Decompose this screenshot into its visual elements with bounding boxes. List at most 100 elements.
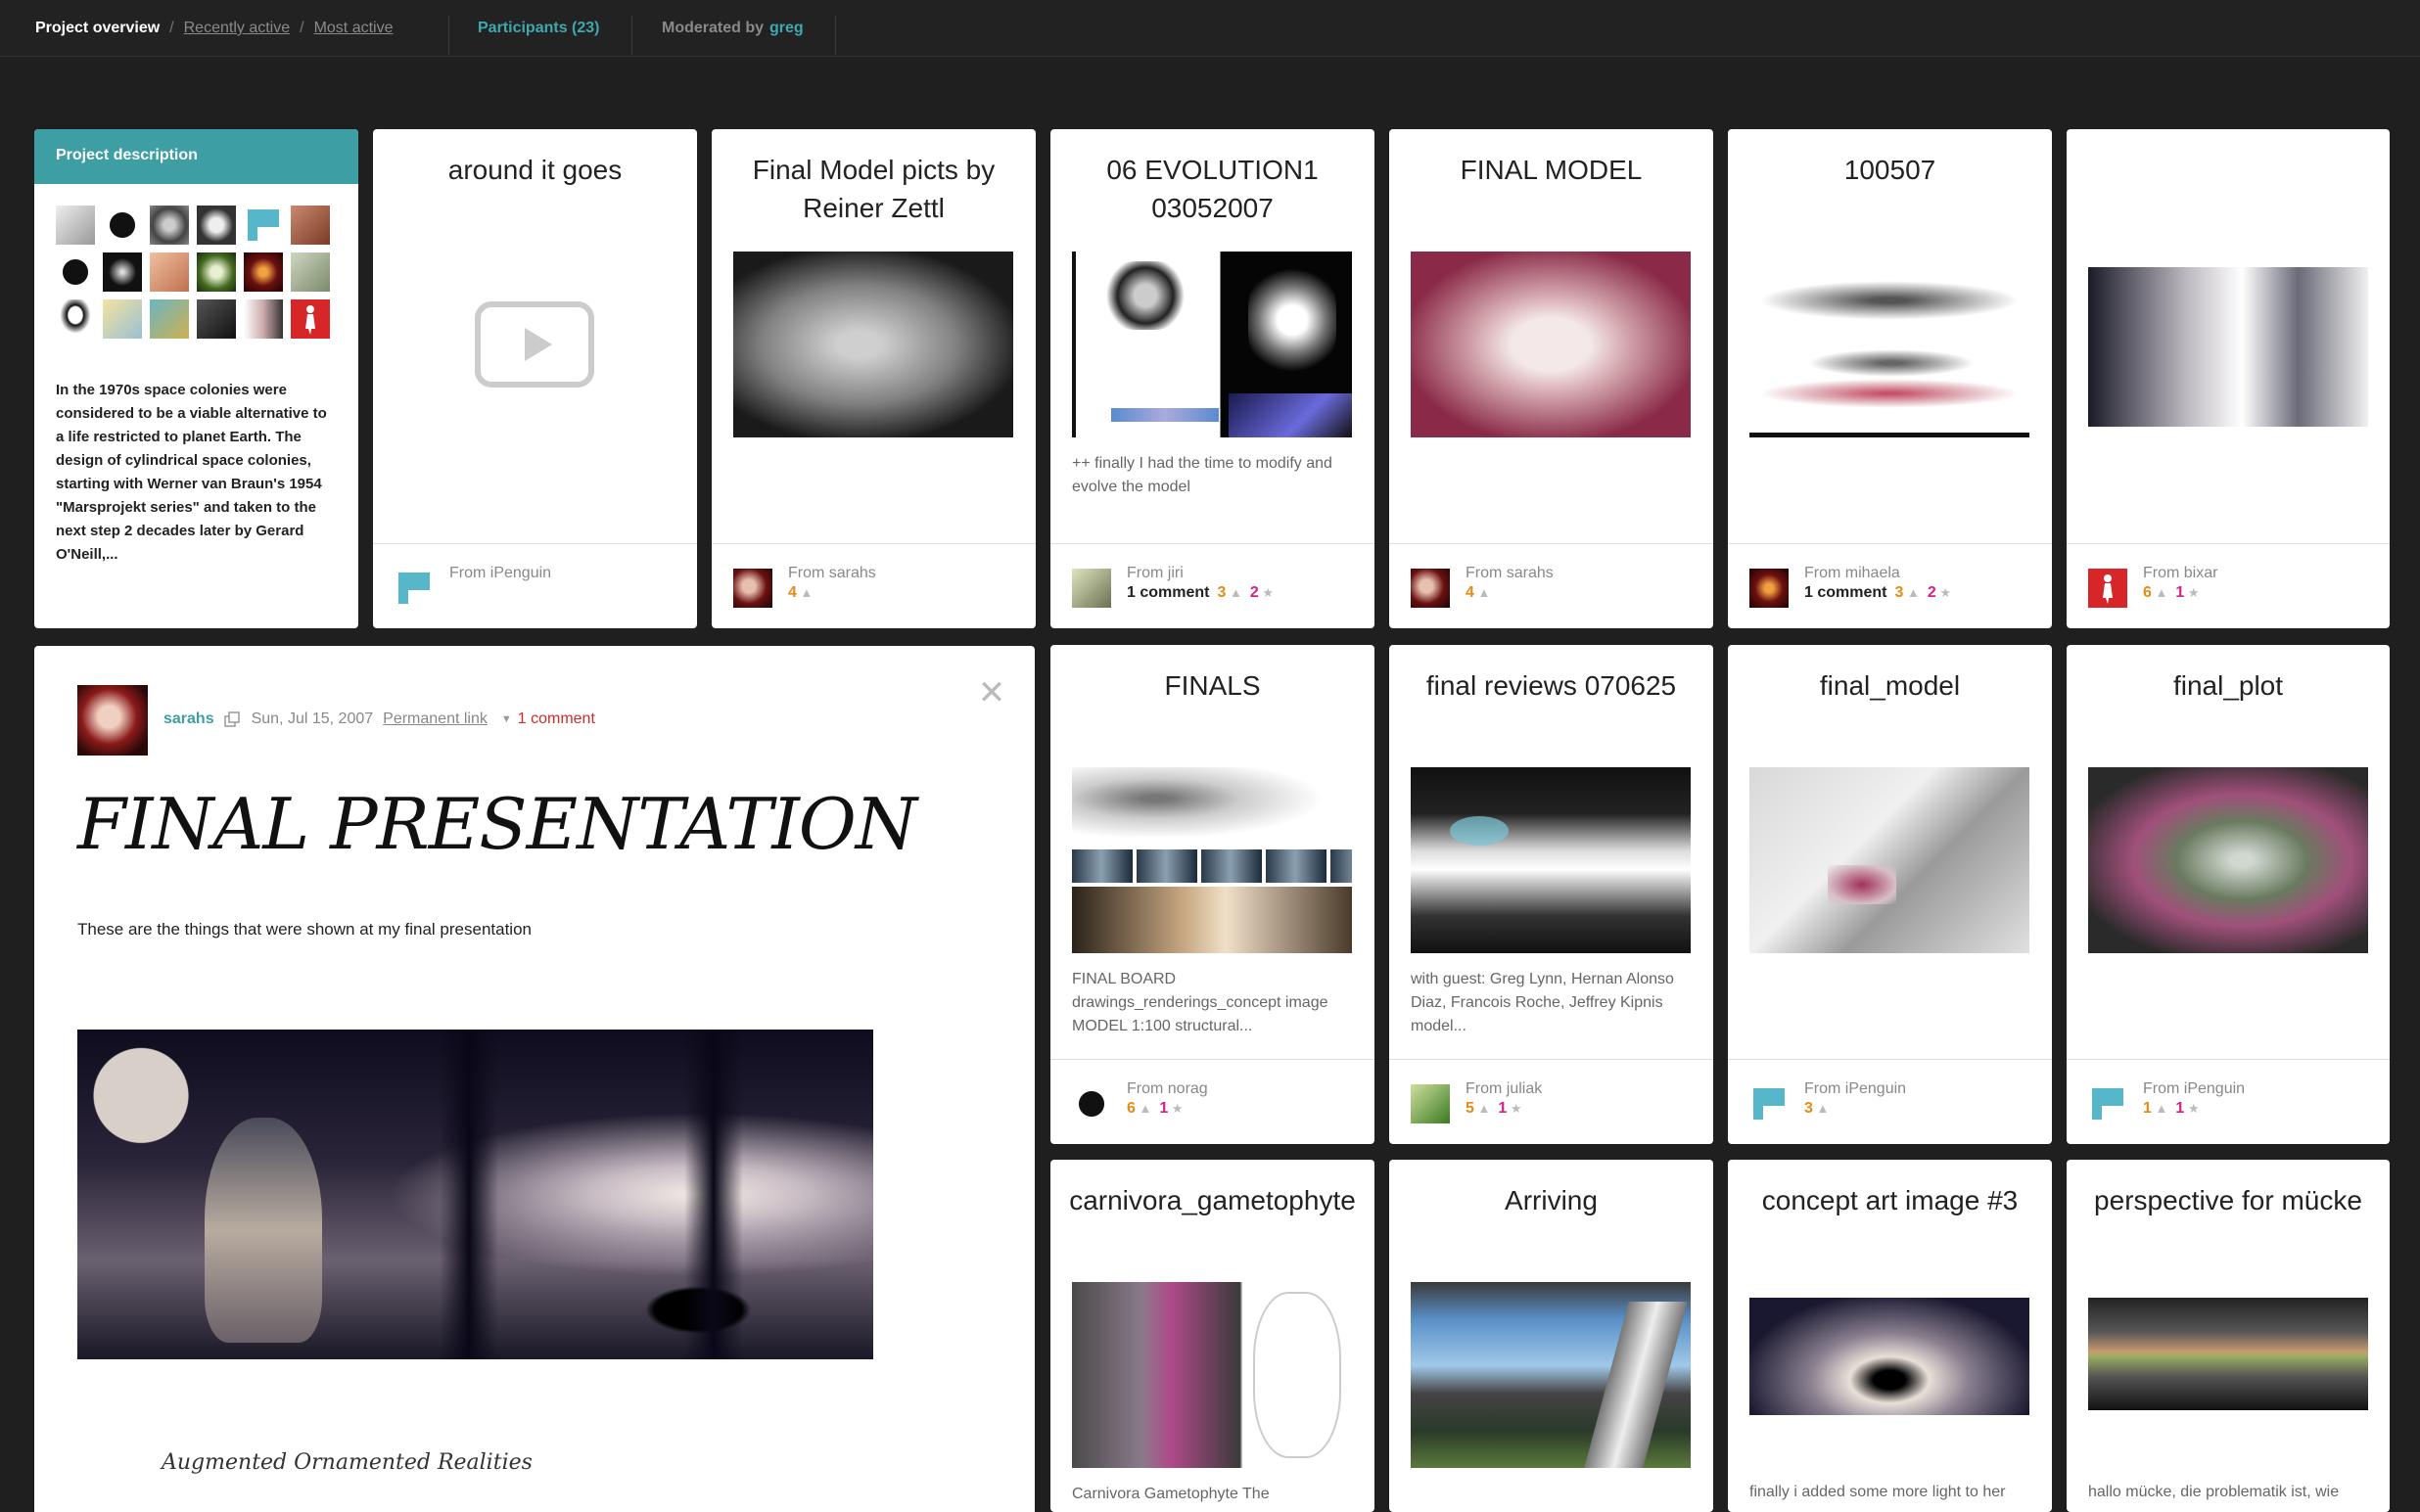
card-title[interactable]: final reviews 070625: [1405, 666, 1698, 705]
participants-link[interactable]: Participants (23): [478, 20, 599, 37]
avatar[interactable]: [150, 252, 189, 292]
card-thumbnail[interactable]: [1749, 767, 2029, 953]
avatar[interactable]: [197, 252, 236, 292]
card-thumbnail[interactable]: [1072, 1282, 1352, 1468]
post-card[interactable]: perspective for mücke hallo mücke, die p…: [2067, 1160, 2390, 1512]
avatar[interactable]: [103, 299, 142, 339]
post-card[interactable]: final reviews 070625 with guest: Greg Ly…: [1389, 645, 1713, 1144]
card-thumbnail[interactable]: [1072, 767, 1352, 953]
card-thumbnail[interactable]: [1411, 1282, 1691, 1468]
author-link[interactable]: From sarahs: [1466, 565, 1554, 582]
avatar[interactable]: [150, 299, 189, 339]
avatar[interactable]: [56, 206, 95, 245]
author-avatar[interactable]: [1072, 569, 1111, 608]
rating-up-icon[interactable]: ▲: [1813, 1101, 1830, 1116]
most-active-link[interactable]: Most active: [314, 20, 394, 37]
avatar[interactable]: [244, 252, 283, 292]
copy-icon[interactable]: [223, 711, 240, 727]
comment-count[interactable]: 1 comment: [1127, 584, 1209, 601]
comment-count[interactable]: 1 comment: [1804, 584, 1886, 601]
avatar[interactable]: [197, 299, 236, 339]
card-thumbnail[interactable]: [733, 252, 1013, 437]
author-link[interactable]: From juliak: [1466, 1080, 1542, 1098]
author-link[interactable]: From sarahs: [788, 565, 876, 582]
author-link[interactable]: From jiri: [1127, 565, 1184, 582]
avatar[interactable]: [244, 299, 283, 339]
author-avatar[interactable]: [1072, 1084, 1111, 1123]
author-avatar[interactable]: [2088, 569, 2127, 608]
post-card[interactable]: Arriving: [1389, 1160, 1713, 1512]
star-icon[interactable]: ★: [1168, 1101, 1184, 1116]
card-title[interactable]: 06 EVOLUTION1 03052007: [1066, 151, 1359, 227]
avatar[interactable]: [244, 206, 283, 245]
rating-up-icon[interactable]: ▲: [2152, 585, 2168, 600]
card-title[interactable]: final_plot: [2082, 666, 2374, 705]
card-thumbnail[interactable]: [2088, 767, 2368, 953]
rating-up-icon[interactable]: ▲: [2152, 1101, 2168, 1116]
author-link[interactable]: From iPenguin: [2143, 1080, 2245, 1098]
card-thumbnail[interactable]: [1749, 252, 2029, 437]
author-avatar[interactable]: [1411, 1084, 1450, 1123]
comments-link[interactable]: 1 comment: [518, 710, 595, 728]
card-thumbnail[interactable]: [1749, 1298, 2029, 1415]
post-card[interactable]: 100507 From mihaela 1 comment 3 ▲ 2 ★: [1728, 129, 2052, 628]
card-thumbnail[interactable]: [1411, 252, 1691, 437]
star-icon[interactable]: ★: [1507, 1101, 1522, 1116]
author-link[interactable]: From bixar: [2143, 565, 2217, 582]
post-card[interactable]: From bixar 6 ▲ 1 ★: [2067, 129, 2390, 628]
author-avatar[interactable]: [395, 569, 434, 608]
author-link[interactable]: From mihaela: [1804, 565, 1900, 582]
avatar[interactable]: [103, 252, 142, 292]
card-thumbnail[interactable]: [1411, 767, 1691, 953]
author-avatar[interactable]: [2088, 1084, 2127, 1123]
card-title[interactable]: Final Model picts by Reiner Zettl: [727, 151, 1020, 227]
post-card[interactable]: final_plot From iPenguin 1 ▲ 1 ★: [2067, 645, 2390, 1144]
avatar[interactable]: [197, 206, 236, 245]
post-image[interactable]: [77, 1030, 873, 1359]
post-card[interactable]: FINALS FINAL BOARD drawings_renderings_c…: [1050, 645, 1374, 1144]
post-card[interactable]: concept art image #3 finally i added som…: [1728, 1160, 2052, 1512]
star-icon[interactable]: ★: [2184, 585, 2200, 600]
moderator-link[interactable]: greg: [769, 20, 804, 37]
avatar[interactable]: [150, 206, 189, 245]
avatar[interactable]: [103, 206, 142, 245]
card-thumbnail[interactable]: [2088, 1298, 2368, 1410]
card-title[interactable]: concept art image #3: [1744, 1181, 2036, 1219]
post-card[interactable]: carnivora_gametophyte Carnivora Gametoph…: [1050, 1160, 1374, 1512]
rating-up-icon[interactable]: ▲: [1136, 1101, 1152, 1116]
avatar[interactable]: [291, 206, 330, 245]
author-avatar[interactable]: [1749, 569, 1789, 608]
avatar[interactable]: [56, 252, 95, 292]
avatar[interactable]: [291, 299, 330, 339]
chevron-down-icon[interactable]: ▼: [501, 713, 512, 725]
post-card[interactable]: around it goes From iPenguin: [373, 129, 697, 628]
avatar[interactable]: [56, 299, 95, 339]
permanent-link[interactable]: Permanent link: [383, 710, 488, 728]
post-card[interactable]: FINAL MODEL From sarahs 4 ▲: [1389, 129, 1713, 628]
author-avatar[interactable]: [1749, 1084, 1789, 1123]
author-link[interactable]: From iPenguin: [1804, 1080, 1906, 1098]
card-title[interactable]: carnivora_gametophyte: [1066, 1181, 1359, 1219]
rating-up-icon[interactable]: ▲: [1474, 1101, 1491, 1116]
card-title[interactable]: final_model: [1744, 666, 2036, 705]
rating-up-icon[interactable]: ▲: [1903, 585, 1920, 600]
project-overview-link[interactable]: Project overview: [35, 20, 160, 37]
star-icon[interactable]: ★: [2184, 1101, 2200, 1116]
card-title[interactable]: FINAL MODEL: [1405, 151, 1698, 189]
author-avatar[interactable]: [1411, 569, 1450, 608]
recently-active-link[interactable]: Recently active: [184, 20, 291, 37]
card-title[interactable]: Arriving: [1405, 1181, 1698, 1219]
star-icon[interactable]: ★: [1936, 585, 1951, 600]
card-title[interactable]: perspective for mücke: [2082, 1181, 2374, 1219]
post-card[interactable]: Final Model picts by Reiner Zettl From s…: [712, 129, 1036, 628]
card-title[interactable]: 100507: [1744, 151, 2036, 189]
post-card[interactable]: 06 EVOLUTION1 03052007 ++ finally I had …: [1050, 129, 1374, 628]
card-thumbnail[interactable]: [1072, 252, 1352, 437]
author-link[interactable]: From iPenguin: [449, 565, 551, 582]
author-link[interactable]: sarahs: [163, 710, 214, 728]
close-icon[interactable]: ✕: [974, 675, 1009, 710]
avatar[interactable]: [291, 252, 330, 292]
card-thumbnail[interactable]: [2088, 267, 2368, 427]
author-link[interactable]: From norag: [1127, 1080, 1208, 1098]
author-avatar[interactable]: [733, 569, 772, 608]
